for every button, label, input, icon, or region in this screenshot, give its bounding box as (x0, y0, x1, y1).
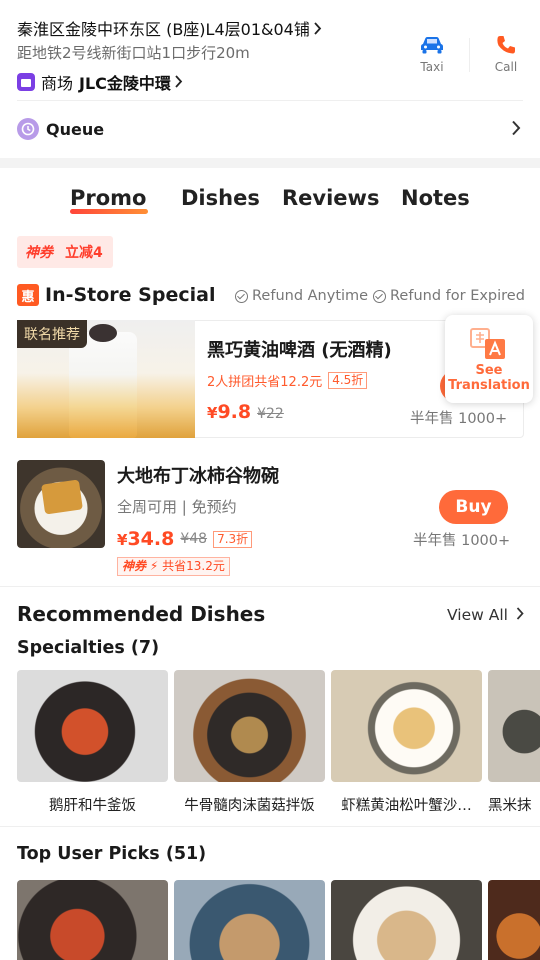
call-button[interactable]: Call (483, 34, 529, 74)
queue-row[interactable]: Queue (17, 118, 104, 140)
in-store-title: In-Store Special (45, 284, 216, 306)
pick-image[interactable] (174, 880, 325, 960)
mall-icon (17, 73, 35, 91)
deal-image[interactable] (17, 460, 105, 548)
discount-tag: 4.5折 (328, 372, 368, 389)
translation-label-1: See (475, 363, 503, 378)
lightning-icon: ⚡ (149, 559, 159, 573)
currency-symbol: ¥ (207, 404, 218, 422)
section-separator (0, 158, 540, 168)
tab-promo[interactable]: Promo (70, 186, 146, 210)
translation-label-2: Translation (448, 378, 530, 393)
clock-icon (17, 118, 39, 140)
dish-image[interactable] (17, 670, 168, 782)
coupon-badge[interactable]: 神券 立减4 (17, 236, 113, 268)
tab-reviews[interactable]: Reviews (282, 186, 379, 210)
dish-image[interactable] (331, 670, 482, 782)
cookie-topping (89, 324, 117, 342)
pick-image[interactable] (488, 880, 540, 960)
waffle (41, 479, 83, 515)
deal-availability: 全周可用 | 免预约 (117, 498, 237, 516)
translate-icon (469, 327, 509, 361)
mall-label: 商场 (41, 74, 74, 93)
coupon-text: 立减4 (65, 245, 103, 261)
chevron-right-icon (174, 73, 183, 92)
dish-name[interactable]: 黑米抹 (488, 794, 540, 815)
action-divider (469, 38, 470, 72)
taxi-button[interactable]: Taxi (409, 34, 455, 74)
sold-count: 半年售 1000+ (410, 411, 508, 427)
top-picks-title: Top User Picks (51) (17, 844, 207, 864)
divider (17, 100, 523, 101)
current-price: ¥34.8 (117, 528, 174, 550)
divider (0, 586, 540, 587)
coupon-brand: 神券 (25, 245, 53, 261)
buy-button[interactable]: Buy (439, 490, 508, 524)
divider (0, 826, 540, 827)
chevron-right-icon[interactable] (511, 120, 521, 140)
original-price: ¥48 (180, 531, 208, 547)
store-address[interactable]: 秦淮区金陵中环东区 (B座)L4层01&04铺 (17, 16, 322, 40)
coupon-savings-tag: 神券 ⚡ 共省13.2元 (117, 557, 230, 576)
pick-image[interactable] (331, 880, 482, 960)
guarantee-refund-anytime: Refund Anytime (235, 288, 368, 304)
queue-label: Queue (46, 119, 105, 139)
guarantee-label: Refund for Expired (390, 288, 525, 304)
price-value: 34.8 (127, 528, 175, 550)
recommended-title: Recommended Dishes (17, 602, 266, 626)
mall-link[interactable]: 商场 JLC金陵中環 (17, 70, 183, 94)
mall-name: JLC金陵中環 (79, 74, 171, 93)
tab-dishes[interactable]: Dishes (181, 186, 260, 210)
chevron-right-icon (313, 20, 322, 39)
phone-icon (483, 34, 529, 56)
currency-symbol: ¥ (117, 531, 128, 549)
tab-notes[interactable]: Notes (401, 186, 470, 210)
deal-price: ¥34.8 ¥48 7.3折 (117, 528, 253, 550)
deal-price: ¥9.8 ¥22 (207, 401, 284, 423)
check-circle-icon (373, 289, 386, 303)
view-all-label: View All (447, 606, 508, 624)
dish-name[interactable]: 虾糕黄油松叶蟹沙… (331, 794, 482, 815)
guarantee-label: Refund Anytime (252, 288, 369, 304)
call-label: Call (494, 60, 518, 74)
coupon-savings: 共省13.2元 (162, 559, 225, 573)
pick-image[interactable] (17, 880, 168, 960)
in-store-header: 惠 In-Store Special (17, 284, 215, 306)
deal-title[interactable]: 黑巧黄油啤酒 (无酒精) (207, 336, 392, 362)
group-buy-info: 2人拼团共省12.2元 4.5折 (207, 371, 368, 390)
dish-name[interactable]: 牛骨髓肉沫菌菇拌饭 (174, 794, 325, 815)
discount-tag: 7.3折 (213, 530, 253, 548)
sold-count: 半年售 1000+ (413, 533, 511, 549)
view-all-link[interactable]: View All (447, 606, 524, 624)
discount-badge: 惠 (17, 284, 39, 306)
dish-name[interactable]: 鹅肝和牛釜饭 (17, 794, 168, 815)
see-translation-button[interactable]: See Translation (445, 315, 533, 403)
price-value: 9.8 (217, 401, 252, 423)
store-address-text: 秦淮区金陵中环东区 (B座)L4层01&04铺 (17, 20, 310, 39)
specialties-title: Specialties (7) (17, 638, 160, 658)
check-circle-icon (235, 289, 248, 303)
chevron-right-icon (516, 606, 524, 624)
recommend-tag: 联名推荐 (17, 320, 87, 348)
metro-distance: 距地铁2号线新街口站1口步行20m (17, 44, 250, 62)
taxi-label: Taxi (420, 60, 444, 74)
group-buy-text: 2人拼团共省12.2元 (207, 375, 323, 390)
car-icon (409, 34, 455, 56)
coupon-brand: 神券 (122, 559, 147, 573)
guarantee-refund-expired: Refund for Expired (373, 288, 525, 304)
deal-title[interactable]: 大地布丁冰柿谷物碗 (117, 462, 279, 488)
dish-image[interactable] (174, 670, 325, 782)
dish-image[interactable] (488, 670, 540, 782)
current-price: ¥9.8 (207, 401, 251, 423)
original-price: ¥22 (257, 406, 284, 422)
